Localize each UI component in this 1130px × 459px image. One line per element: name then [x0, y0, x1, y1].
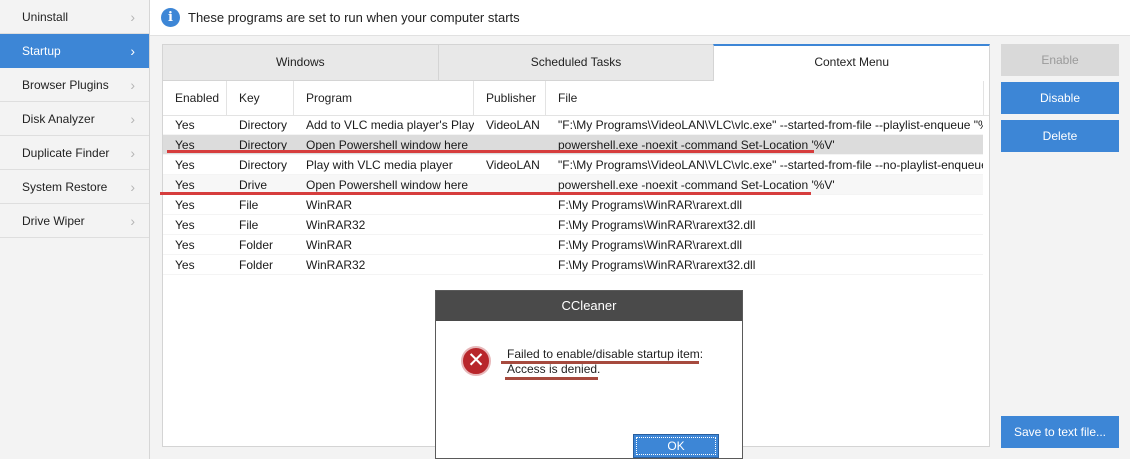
- sidebar-item-label: Duplicate Finder: [22, 146, 110, 160]
- ok-button[interactable]: OK: [633, 434, 719, 458]
- annotation-underline: [505, 377, 598, 380]
- chevron-right-icon: ›: [130, 179, 135, 195]
- sidebar-item-browser-plugins[interactable]: Browser Plugins ›: [0, 68, 149, 102]
- cell-program: Play with VLC media player: [306, 158, 453, 172]
- cell-publisher: [474, 195, 546, 214]
- column-header-program[interactable]: Program: [294, 81, 474, 115]
- column-header-file[interactable]: File: [546, 81, 984, 115]
- cell-publisher: VideoLAN: [486, 158, 540, 172]
- cell-publisher: [474, 235, 546, 254]
- cell-key: File: [239, 218, 259, 232]
- error-icon: ✕: [461, 346, 491, 376]
- sidebar-item-startup[interactable]: Startup ›: [0, 34, 149, 68]
- chevron-right-icon: ›: [130, 213, 135, 229]
- annotation-underline: [160, 192, 811, 195]
- table-body: Yes Directory Add to VLC media player's Pl…: [163, 115, 983, 275]
- table-header: Enabled Key Program Publisher File: [163, 81, 989, 116]
- sidebar-item-system-restore[interactable]: System Restore ›: [0, 170, 149, 204]
- cell-file: "F:\My Programs\VideoLAN\VLC\vlc.exe" --…: [558, 118, 983, 132]
- error-message-line1: Failed to enable/disable startup item:: [507, 347, 704, 361]
- cell-program: WinRAR32: [306, 218, 366, 232]
- tab-bar: Windows Scheduled Tasks Context Menu: [162, 44, 991, 81]
- annotation-underline: [167, 150, 814, 153]
- sidebar-item-drive-wiper[interactable]: Drive Wiper ›: [0, 204, 149, 238]
- chevron-right-icon: ›: [130, 9, 135, 25]
- table-row[interactable]: Yes File WinRAR F:\My Programs\WinRAR\rarex…: [163, 195, 983, 215]
- tab-scheduled-tasks[interactable]: Scheduled Tasks: [437, 44, 714, 81]
- column-header-enabled[interactable]: Enabled: [163, 81, 227, 115]
- cell-file: F:\My Programs\WinRAR\rarext.dll: [558, 238, 743, 252]
- cell-program: WinRAR: [306, 238, 353, 252]
- info-icon: i: [161, 8, 180, 27]
- info-text: These programs are set to run when your …: [188, 10, 520, 25]
- table-row[interactable]: Yes Directory Play with VLC media player Vi…: [163, 155, 983, 175]
- column-header-publisher[interactable]: Publisher: [474, 81, 546, 115]
- chevron-right-icon: ›: [130, 145, 135, 161]
- sidebar-item-label: Startup: [22, 44, 61, 58]
- cell-key: Folder: [239, 258, 274, 272]
- cell-file: "F:\My Programs\VideoLAN\VLC\vlc.exe" --…: [558, 158, 983, 172]
- cell-program: Add to VLC media player's Playlist: [306, 118, 474, 132]
- disable-button[interactable]: Disable: [1001, 82, 1119, 114]
- sidebar-item-label: Disk Analyzer: [22, 112, 95, 126]
- sidebar-item-label: Uninstall: [22, 10, 69, 24]
- cell-key: Directory: [239, 158, 288, 172]
- cell-enabled: Yes: [175, 198, 195, 212]
- sidebar-item-disk-analyzer[interactable]: Disk Analyzer ›: [0, 102, 149, 136]
- cell-key: Folder: [239, 238, 274, 252]
- delete-button[interactable]: Delete: [1001, 120, 1119, 152]
- sidebar-item-label: Browser Plugins: [22, 78, 109, 92]
- annotation-underline: [501, 361, 699, 364]
- cell-key: Directory: [239, 118, 288, 132]
- sidebar-item-uninstall[interactable]: Uninstall ›: [0, 0, 149, 34]
- chevron-right-icon: ›: [130, 77, 135, 93]
- error-message-line2: Access is denied.: [507, 362, 601, 376]
- error-dialog: CCleaner ✕ Failed to enable/disable star…: [435, 290, 743, 459]
- tab-context-menu[interactable]: Context Menu: [713, 44, 991, 81]
- sidebar-nav: Uninstall › Startup › Browser Plugins › …: [0, 0, 150, 459]
- table-row[interactable]: Yes Directory Add to VLC media player's Pl…: [163, 115, 983, 135]
- cell-publisher: VideoLAN: [486, 118, 540, 132]
- chevron-right-icon: ›: [130, 111, 135, 127]
- cell-enabled: Yes: [175, 158, 195, 172]
- table-row[interactable]: Yes File WinRAR32 F:\My Programs\WinRAR\rar…: [163, 215, 983, 235]
- save-to-text-file-button[interactable]: Save to text file...: [1001, 416, 1119, 448]
- cell-enabled: Yes: [175, 238, 195, 252]
- table-row[interactable]: Yes Folder WinRAR F:\My Programs\WinRAR\rar…: [163, 235, 983, 255]
- cell-enabled: Yes: [175, 218, 195, 232]
- tab-windows[interactable]: Windows: [162, 44, 438, 81]
- cell-enabled: Yes: [175, 118, 195, 132]
- cell-enabled: Yes: [175, 258, 195, 272]
- column-header-key[interactable]: Key: [227, 81, 294, 115]
- cell-file: F:\My Programs\WinRAR\rarext32.dll: [558, 258, 756, 272]
- chevron-right-icon: ›: [130, 43, 135, 59]
- focus-ring: [636, 437, 716, 455]
- cell-file: F:\My Programs\WinRAR\rarext32.dll: [558, 218, 756, 232]
- cell-key: File: [239, 198, 259, 212]
- dialog-title: CCleaner: [436, 291, 742, 321]
- table-row[interactable]: Yes Folder WinRAR32 F:\My Programs\WinRAR\r…: [163, 255, 983, 275]
- enable-button[interactable]: Enable: [1001, 44, 1119, 76]
- sidebar-item-label: Drive Wiper: [22, 214, 85, 228]
- cell-publisher: [474, 215, 546, 234]
- cell-file: F:\My Programs\WinRAR\rarext.dll: [558, 198, 743, 212]
- info-bar: i These programs are set to run when you…: [150, 0, 1130, 36]
- cell-program: WinRAR32: [306, 258, 366, 272]
- cell-program: WinRAR: [306, 198, 353, 212]
- sidebar-item-duplicate-finder[interactable]: Duplicate Finder ›: [0, 136, 149, 170]
- sidebar-item-label: System Restore: [22, 180, 108, 194]
- cell-publisher: [474, 255, 546, 274]
